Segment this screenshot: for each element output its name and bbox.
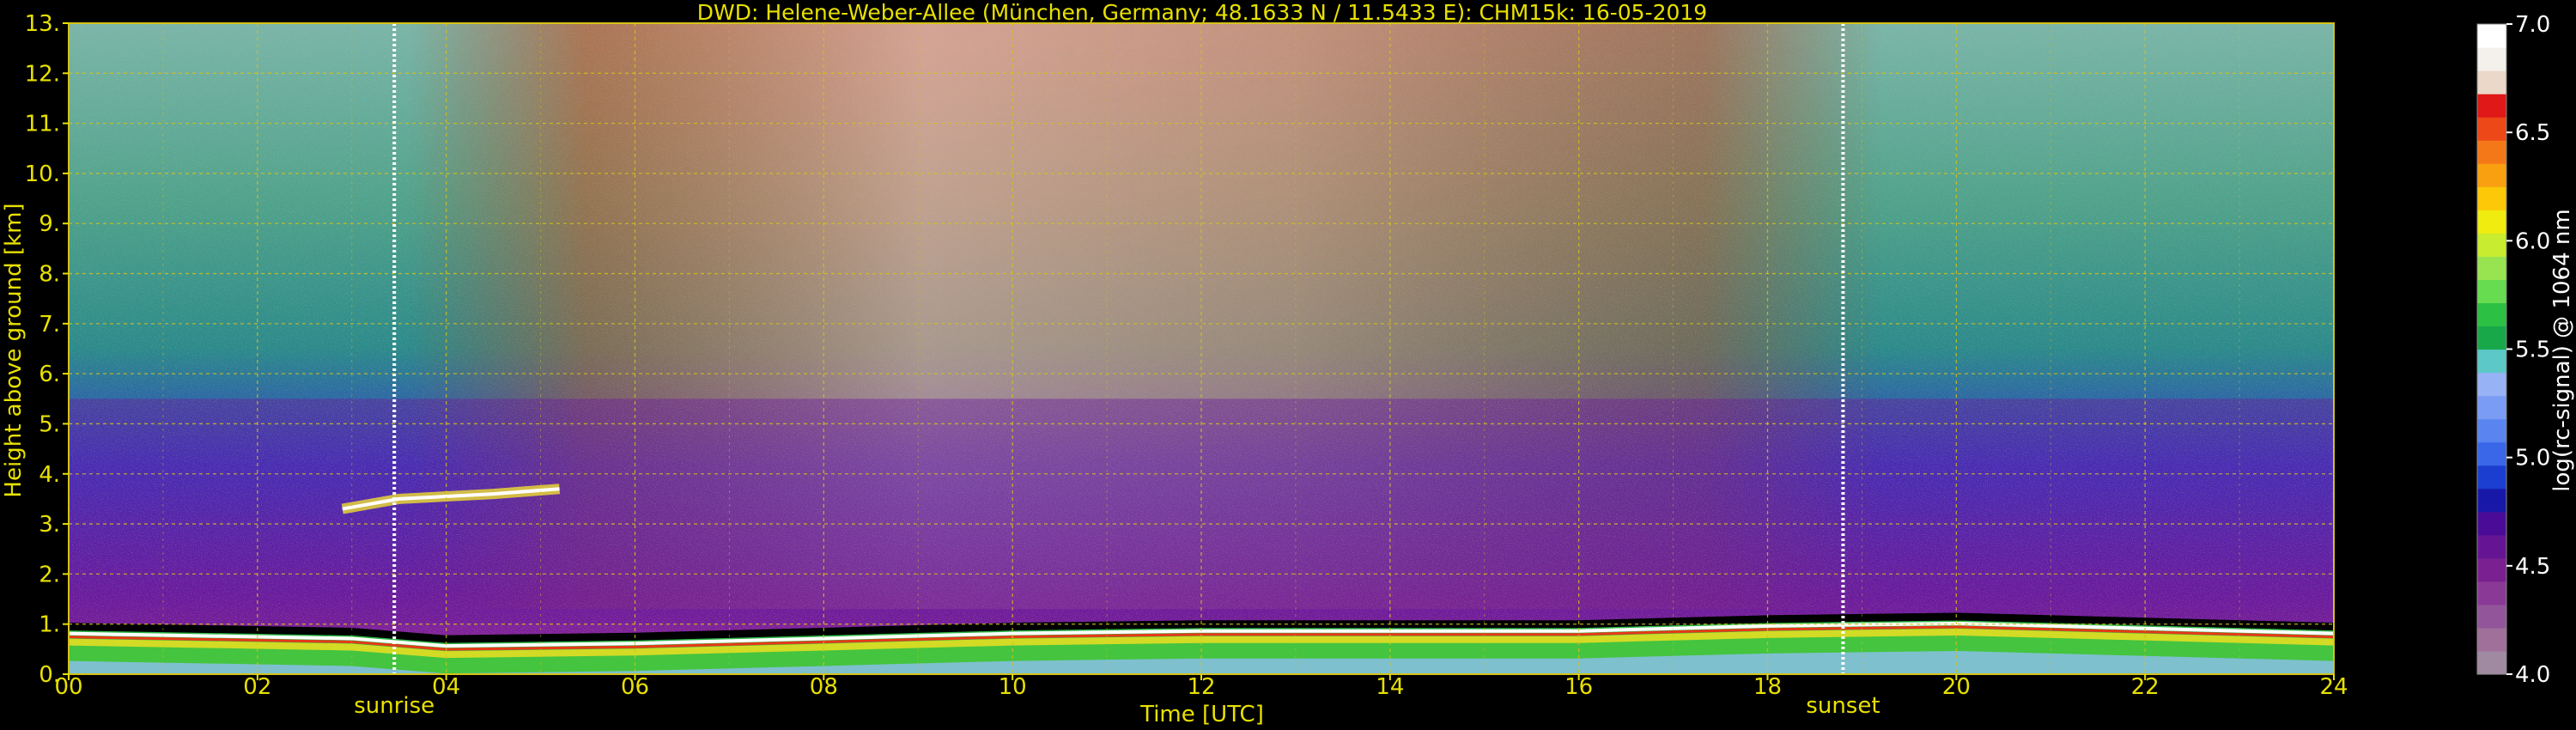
y-tick-label: 3. bbox=[39, 512, 60, 538]
x-tick-label: 24 bbox=[2319, 674, 2348, 700]
colorbar-segment bbox=[2477, 24, 2506, 48]
x-tick-label: 02 bbox=[243, 674, 271, 700]
colorbar-segment bbox=[2477, 465, 2506, 490]
y-tick-label: 6. bbox=[39, 362, 60, 387]
colorbar-segment bbox=[2477, 325, 2506, 350]
colorbar-segment bbox=[2477, 47, 2506, 71]
x-tick-label: 06 bbox=[621, 674, 649, 700]
x-tick-label: 12 bbox=[1187, 674, 1215, 700]
colorbar-segment bbox=[2477, 210, 2506, 234]
colorbar-segment bbox=[2477, 163, 2506, 187]
colorbar-segment bbox=[2477, 117, 2506, 141]
colorbar-segment bbox=[2477, 302, 2506, 327]
y-tick-label: 9. bbox=[39, 211, 60, 237]
colorbar-tick-label: 4.5 bbox=[2515, 554, 2550, 580]
y-tick-label: 12. bbox=[25, 61, 60, 87]
ceilometer-figure: sunrise sunset 00 02 04 06 08 10 12 14 16 18 20 22 24… bbox=[1, 0, 2575, 727]
x-tick-label: 20 bbox=[1942, 674, 1971, 700]
y-tick-label: 8. bbox=[39, 262, 60, 288]
colorbar-segment bbox=[2477, 534, 2506, 559]
y-axis-label: Height above ground [km] bbox=[1, 203, 27, 497]
x-tick-label: 14 bbox=[1376, 674, 1404, 700]
colorbar-segment bbox=[2477, 279, 2506, 304]
y-tick-label: 11. bbox=[25, 112, 60, 137]
colorbar-segment bbox=[2477, 233, 2506, 257]
y-tick-label: 0. bbox=[39, 662, 60, 688]
colorbar-tick-label: 7.0 bbox=[2515, 12, 2550, 38]
colorbar-label: log(rc-signal) @ 1064 nm bbox=[2549, 209, 2575, 491]
colorbar-tick-label: 6.5 bbox=[2515, 120, 2550, 146]
colorbar-segment bbox=[2477, 70, 2506, 94]
chart-title: DWD: Helene-Weber-Allee (München, German… bbox=[697, 0, 1707, 25]
colorbar-segment bbox=[2477, 349, 2506, 374]
colorbar-tick-label: 5.0 bbox=[2515, 446, 2550, 471]
x-axis-label: Time [UTC] bbox=[1139, 702, 1264, 727]
colorbar-segment bbox=[2477, 557, 2506, 582]
colorbar-segment bbox=[2477, 488, 2506, 513]
y-tick-label: 2. bbox=[39, 562, 60, 587]
y-tick-label: 4. bbox=[39, 462, 60, 488]
y-tick-label: 5. bbox=[39, 411, 60, 437]
colorbar-segment bbox=[2477, 604, 2506, 629]
y-tick-label: 10. bbox=[25, 161, 60, 187]
colorbar-segment bbox=[2477, 372, 2506, 397]
colorbar-segment bbox=[2477, 256, 2506, 280]
colorbar-segment bbox=[2477, 511, 2506, 536]
x-tick-label: 08 bbox=[810, 674, 838, 700]
colorbar: 4.0 4.5 5.0 5.5 6.0 6.5 7.0 bbox=[2476, 12, 2550, 688]
colorbar-segment bbox=[2477, 94, 2506, 118]
event-label: sunset bbox=[1806, 693, 1880, 719]
colorbar-segment bbox=[2477, 395, 2506, 420]
colorbar-segment bbox=[2477, 627, 2506, 652]
y-tick-label: 1. bbox=[39, 612, 60, 638]
y-tick-label: 13. bbox=[25, 11, 60, 37]
colorbar-segment bbox=[2477, 441, 2506, 466]
x-tick-label: 18 bbox=[1753, 674, 1782, 700]
colorbar-tick-label: 4.0 bbox=[2515, 662, 2550, 688]
event-label: sunrise bbox=[354, 693, 434, 719]
x-tick-label: 16 bbox=[1564, 674, 1593, 700]
colorbar-segment bbox=[2477, 140, 2506, 164]
colorbar-tick-label: 6.0 bbox=[2515, 228, 2550, 254]
x-tick-label: 04 bbox=[432, 674, 460, 700]
colorbar-segment bbox=[2477, 581, 2506, 605]
colorbar-segment bbox=[2477, 418, 2506, 443]
y-tick-label: 7. bbox=[39, 312, 60, 338]
colorbar-segment bbox=[2477, 186, 2506, 210]
x-tick-label: 22 bbox=[2131, 674, 2160, 700]
colorbar-tick-label: 5.5 bbox=[2515, 338, 2550, 363]
x-tick-label: 10 bbox=[999, 674, 1027, 700]
colorbar-segment bbox=[2477, 650, 2506, 675]
